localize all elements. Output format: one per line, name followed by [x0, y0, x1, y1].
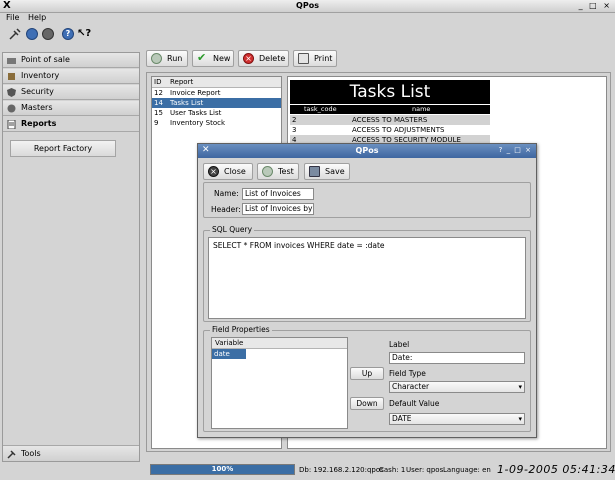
sidebar-item-label: Inventory [21, 71, 60, 80]
name-field[interactable]: List of Invoices [242, 188, 314, 200]
column-header-report[interactable]: Report [170, 78, 193, 86]
default-value-caption: Default Value [389, 399, 440, 408]
header-field[interactable]: List of Invoices by d [242, 203, 314, 215]
dialog-window-controls[interactable]: ? _ □ × [499, 146, 532, 154]
table-row[interactable]: 15 User Tasks List [152, 108, 281, 118]
field-type-caption: Field Type [389, 369, 426, 378]
new-button[interactable]: ✔ New [192, 50, 234, 67]
forward-icon[interactable] [42, 28, 54, 40]
language-status: Language: en [443, 466, 491, 474]
save-button[interactable]: Save [304, 163, 350, 180]
default-value-select[interactable]: DATE ▾ [389, 413, 525, 425]
preview-row: 2 ACCESS TO MASTERS [290, 115, 490, 125]
header-label: Header: [211, 205, 241, 214]
preview-row: 3 ACCESS TO ADJUSTMENTS [292, 126, 445, 134]
statusbar: 100% Db: 192.168.2.120:qpos Cash: 1 User… [0, 462, 615, 480]
delete-icon: × [243, 53, 254, 64]
list-item-selected[interactable]: date [212, 349, 246, 359]
masters-icon [7, 104, 16, 113]
test-icon [262, 166, 273, 177]
report-info-group: Name: List of Invoices Header: List of I… [203, 182, 531, 218]
back-icon[interactable] [26, 28, 38, 40]
dialog-titlebar[interactable]: ✕ QPos ? _ □ × [198, 144, 536, 158]
close-icon: × [208, 166, 219, 177]
column-header-variable[interactable]: Variable [212, 338, 347, 349]
variables-list[interactable]: Variable date [211, 337, 348, 429]
sidebar: Point of sale Inventory Security Masters… [2, 52, 140, 462]
sidebar-item-masters[interactable]: Masters [3, 101, 139, 116]
window-controls[interactable]: _ □ × [579, 1, 612, 10]
clock: 1-09-2005 05:41:34 P [497, 463, 615, 476]
check-icon: ✔ [197, 51, 207, 64]
security-icon [7, 88, 16, 97]
sql-query-editor[interactable]: SELECT * FROM invoices WHERE date = :dat… [208, 237, 526, 319]
window-titlebar: X QPos _ □ × [0, 0, 615, 13]
sidebar-item-label: Point of sale [21, 55, 70, 64]
sidebar-item-point-of-sale[interactable]: Point of sale [3, 53, 139, 68]
sql-query-label: SQL Query [210, 225, 255, 234]
tools-icon[interactable] [9, 28, 21, 40]
printer-icon [298, 53, 309, 64]
user-status: User: qpos [406, 466, 444, 474]
sidebar-item-inventory[interactable]: Inventory [3, 69, 139, 84]
cash-status: Cash: 1 [379, 466, 406, 474]
sql-query-group: SQL Query SELECT * FROM invoices WHERE d… [203, 225, 531, 322]
chevron-down-icon: ▾ [518, 415, 522, 423]
report-factory-button[interactable]: Report Factory [10, 140, 116, 157]
table-header: ID Report [152, 77, 281, 88]
whatsthis-icon[interactable]: ↖? [77, 28, 91, 40]
menu-help[interactable]: Help [28, 13, 46, 22]
menu-file[interactable]: File [6, 13, 19, 22]
sidebar-item-label: Security [21, 87, 54, 96]
sidebar-item-tools[interactable]: Tools [3, 445, 139, 461]
db-status: Db: 192.168.2.120:qpos [299, 466, 384, 474]
sidebar-item-reports[interactable]: Reports [3, 117, 139, 132]
field-properties-group: Field Properties Variable date Up Down L… [203, 325, 531, 432]
sidebar-item-label: Masters [21, 103, 53, 112]
preview-title: Tasks List [290, 80, 490, 104]
tools-icon [7, 450, 16, 459]
preview-table-header: task_code name [290, 105, 490, 114]
window-title: QPos [296, 1, 319, 10]
point-of-sale-icon [7, 58, 16, 64]
label-caption: Label [389, 340, 410, 349]
close-button[interactable]: × Close [203, 163, 253, 180]
field-properties-label: Field Properties [210, 325, 272, 334]
inventory-icon [8, 73, 15, 80]
column-header-id[interactable]: ID [154, 78, 161, 86]
down-button[interactable]: Down [350, 397, 384, 410]
main-toolbar: ? ↖? [0, 26, 615, 44]
field-type-select[interactable]: Character ▾ [389, 381, 525, 393]
sidebar-item-security[interactable]: Security [3, 85, 139, 100]
table-row[interactable]: 9 Inventory Stock [152, 118, 281, 128]
run-button[interactable]: Run [146, 50, 188, 67]
progress-bar: 100% [150, 464, 295, 475]
reports-icon [7, 120, 16, 129]
progress-text: 100% [211, 465, 234, 473]
menubar: File Help [0, 13, 615, 25]
sidebar-item-label: Reports [21, 119, 57, 128]
print-button[interactable]: Print [293, 50, 337, 67]
floppy-icon [309, 166, 320, 177]
chevron-down-icon: ▾ [518, 383, 522, 391]
table-row-selected[interactable]: 14 Tasks List [152, 98, 281, 108]
run-icon [151, 53, 162, 64]
report-editor-dialog: ✕ QPos ? _ □ × × Close Test Save Name: L… [197, 143, 537, 438]
test-button[interactable]: Test [257, 163, 299, 180]
table-row[interactable]: 12 Invoice Report [152, 88, 281, 98]
label-field[interactable]: Date: [389, 352, 525, 364]
up-button[interactable]: Up [350, 367, 384, 380]
dialog-title: QPos [355, 146, 379, 155]
delete-button[interactable]: × Delete [238, 50, 289, 67]
name-label: Name: [214, 189, 239, 198]
help-icon[interactable]: ? [62, 28, 74, 40]
sidebar-tools-label: Tools [21, 449, 41, 458]
